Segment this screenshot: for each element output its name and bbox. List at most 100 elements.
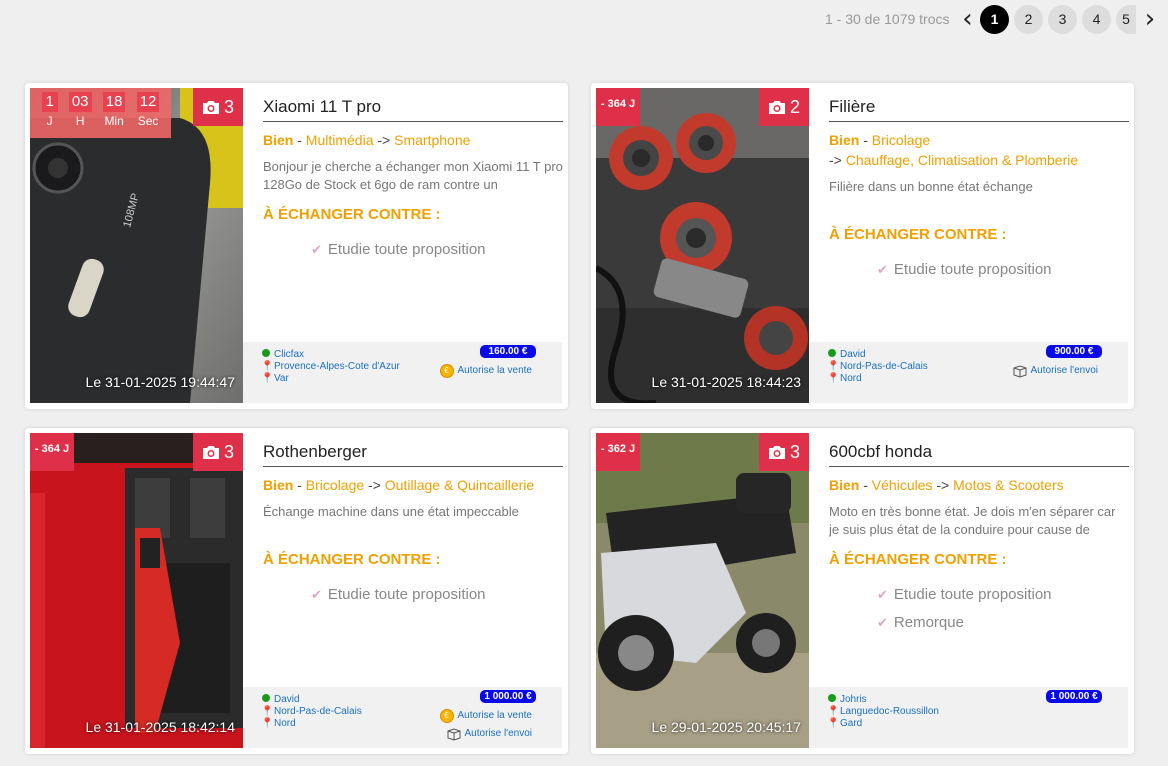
check-icon: ✔ (877, 588, 888, 603)
coin-icon: € (439, 364, 454, 378)
location-pin-icon: 📍 (261, 361, 274, 372)
sale-allowed-label: Autorise la vente (457, 710, 533, 721)
price-badge: 900.00 € (1046, 345, 1102, 358)
sale-allowed-label: Autorise la vente (457, 365, 533, 376)
camera-icon (202, 100, 219, 114)
wish-item: ✔ Etudie toute proposition (877, 261, 1052, 278)
wish-item: ✔ Etudie toute proposition (311, 586, 486, 603)
exchange-heading: À ÉCHANGER CONTRE : (829, 226, 1007, 243)
location-pin-icon: 📍 (827, 718, 840, 729)
wish-item: ✔ Remorque (877, 614, 964, 631)
region-link[interactable]: Nord-Pas-de-Calais (274, 706, 362, 718)
exchange-heading: À ÉCHANGER CONTRE : (829, 551, 1007, 568)
department-link[interactable]: Nord (840, 373, 862, 385)
category-link[interactable]: Bricolage (872, 132, 930, 148)
listing-categories: Bien - Véhicules -> Motos & Scooters (829, 477, 1064, 493)
subcategory-link[interactable]: Motos & Scooters (953, 477, 1064, 493)
location-pin-icon: 📍 (261, 718, 274, 729)
check-icon: ✔ (311, 243, 322, 258)
location-pin-icon: 📍 (261, 706, 274, 717)
department-link[interactable]: Gard (840, 718, 862, 730)
page-2-button[interactable]: 2 (1014, 4, 1043, 34)
price-badge: 160.00 € (480, 345, 536, 358)
location-pin-icon: 📍 (261, 373, 274, 384)
listing-title[interactable]: 600cbf honda (829, 442, 1129, 467)
results-summary: 1 - 30 de 1079 trocs (824, 11, 950, 27)
wish-item: ✔ Etudie toute proposition (877, 586, 1052, 603)
listing-card[interactable]: Le 29-01-2025 20:45:17 - 362 J 3 600cbf … (591, 428, 1134, 754)
user-link[interactable]: David (274, 694, 300, 706)
listing-title[interactable]: Rothenberger (263, 442, 563, 467)
listing-card[interactable]: Le 31-01-2025 18:42:14 - 364 J 3 Rothenb… (25, 428, 568, 754)
department-link[interactable]: Var (274, 373, 289, 385)
listing-date: Le 31-01-2025 18:42:14 (85, 719, 235, 735)
subcategory-link[interactable]: Chauffage, Climatisation & Plomberie (846, 152, 1078, 168)
listing-description: Filière dans un bonne état échange (829, 179, 1033, 194)
listing-footer: Johris 📍 Languedoc-Roussillon 📍 Gard 1 000… (809, 687, 1128, 748)
listing-photo[interactable]: Le 31-01-2025 18:42:14 (30, 433, 243, 748)
photo-count-badge[interactable]: 3 (193, 88, 243, 126)
subcategory-link[interactable]: Smartphone (394, 132, 470, 148)
listing-date: Le 29-01-2025 20:45:17 (651, 719, 801, 735)
listing-card[interactable]: 108MP Le 31-01-2025 19:44:47 1J 03 H 18 Mi… (25, 83, 568, 409)
department-link[interactable]: Nord (274, 718, 296, 730)
listing-footer: Clicfax 📍 Provence-Alpes-Cote d'Azur 📍 Var… (243, 342, 562, 403)
online-status-icon (262, 694, 270, 702)
location-pin-icon: 📍 (827, 706, 840, 717)
listing-title[interactable]: Xiaomi 11 T pro (263, 97, 563, 122)
region-link[interactable]: Provence-Alpes-Cote d'Azur (274, 361, 400, 373)
box-icon (1013, 364, 1026, 378)
listing-photo[interactable]: Le 29-01-2025 20:45:17 (596, 433, 809, 748)
camera-icon (768, 100, 785, 114)
days-remaining-badge: - 364 J (30, 433, 74, 471)
online-status-icon (828, 349, 836, 357)
page-4-button[interactable]: 4 (1082, 4, 1111, 34)
listing-description: Moto en très bonne état. Je dois m'en sé… (829, 504, 1116, 537)
listing-description: Échange machine dans une état impeccable (263, 504, 519, 519)
listing-footer: David 📍 Nord-Pas-de-Calais 📍 Nord 1 000.00… (243, 687, 562, 748)
listing-footer: David 📍 Nord-Pas-de-Calais 📍 Nord 900.00 €… (809, 342, 1128, 403)
photo-count-badge[interactable]: 3 (193, 433, 243, 471)
page-5-button[interactable]: 5 (1116, 4, 1136, 34)
listing-categories: Bien - Multimédia -> Smartphone (263, 132, 471, 148)
region-link[interactable]: Nord-Pas-de-Calais (840, 361, 928, 373)
user-link[interactable]: Johris (840, 694, 867, 706)
listing-description: Bonjour je cherche a échanger mon Xiaomi… (263, 159, 563, 192)
camera-icon (202, 445, 219, 459)
location-pin-icon: 📍 (827, 361, 840, 372)
category-link[interactable]: Multimédia (306, 132, 374, 148)
countdown-timer: 1J 03 H 18 Min 12 Sec (30, 88, 171, 138)
listing-date: Le 31-01-2025 19:44:47 (85, 374, 235, 390)
listing-date: Le 31-01-2025 18:44:23 (651, 374, 801, 390)
shipping-allowed-label: Autorise l'envoi (464, 728, 533, 739)
shipping-allowed-label: Autorise l'envoi (1030, 365, 1099, 376)
online-status-icon (828, 694, 836, 702)
page-3-button[interactable]: 3 (1048, 4, 1077, 34)
category-link[interactable]: Bricolage (306, 477, 364, 493)
listing-categories: Bien - Bricolage -> Outillage & Quincail… (263, 477, 535, 493)
pagination: 1 - 30 de 1079 trocs ‹ 1 2 3 4 5 › (825, 4, 1160, 34)
box-icon (447, 727, 460, 741)
user-link[interactable]: David (840, 349, 866, 361)
chevron-left-icon[interactable]: ‹ (958, 5, 978, 33)
chevron-right-icon[interactable]: › (1140, 5, 1160, 33)
camera-icon (768, 445, 785, 459)
exchange-heading: À ÉCHANGER CONTRE : (263, 206, 441, 223)
price-badge: 1 000.00 € (1046, 690, 1102, 703)
category-link[interactable]: Véhicules (872, 477, 933, 493)
days-remaining-badge: - 362 J (596, 433, 640, 471)
photo-count-badge[interactable]: 3 (759, 433, 809, 471)
page-1-button[interactable]: 1 (980, 4, 1009, 34)
listing-title[interactable]: Filière (829, 97, 1129, 122)
listing-photo[interactable]: Le 31-01-2025 18:44:23 (596, 88, 809, 403)
photo-count-badge[interactable]: 2 (759, 88, 809, 126)
check-icon: ✔ (877, 263, 888, 278)
listing-card[interactable]: Le 31-01-2025 18:44:23 - 364 J 2 Filière… (591, 83, 1134, 409)
listing-categories: Bien - Bricolage -> Chauffage, Climatisat… (829, 132, 1079, 168)
check-icon: ✔ (877, 616, 888, 631)
user-link[interactable]: Clicfax (274, 349, 304, 361)
days-remaining-badge: - 364 J (596, 88, 640, 126)
subcategory-link[interactable]: Outillage & Quincaillerie (385, 477, 534, 493)
region-link[interactable]: Languedoc-Roussillon (840, 706, 939, 718)
check-icon: ✔ (311, 588, 322, 603)
